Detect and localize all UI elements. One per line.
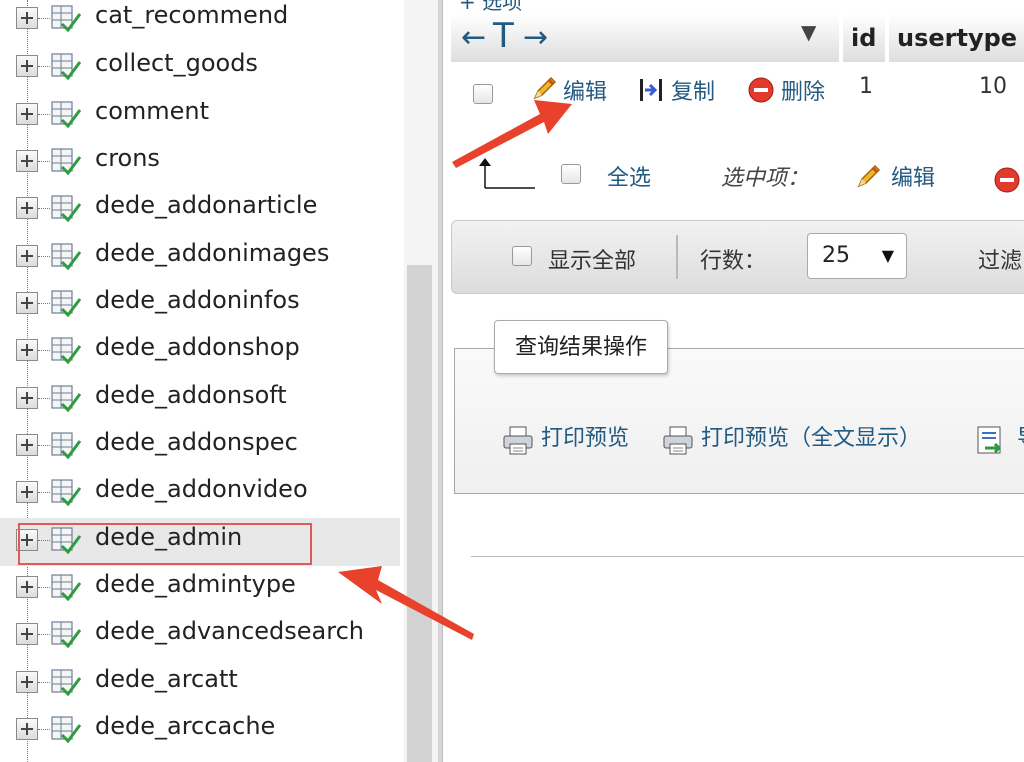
annotation-arrow-dede-admin <box>338 566 474 640</box>
annotation-arrows <box>338 100 572 640</box>
annotation-arrow-edit <box>452 100 572 168</box>
